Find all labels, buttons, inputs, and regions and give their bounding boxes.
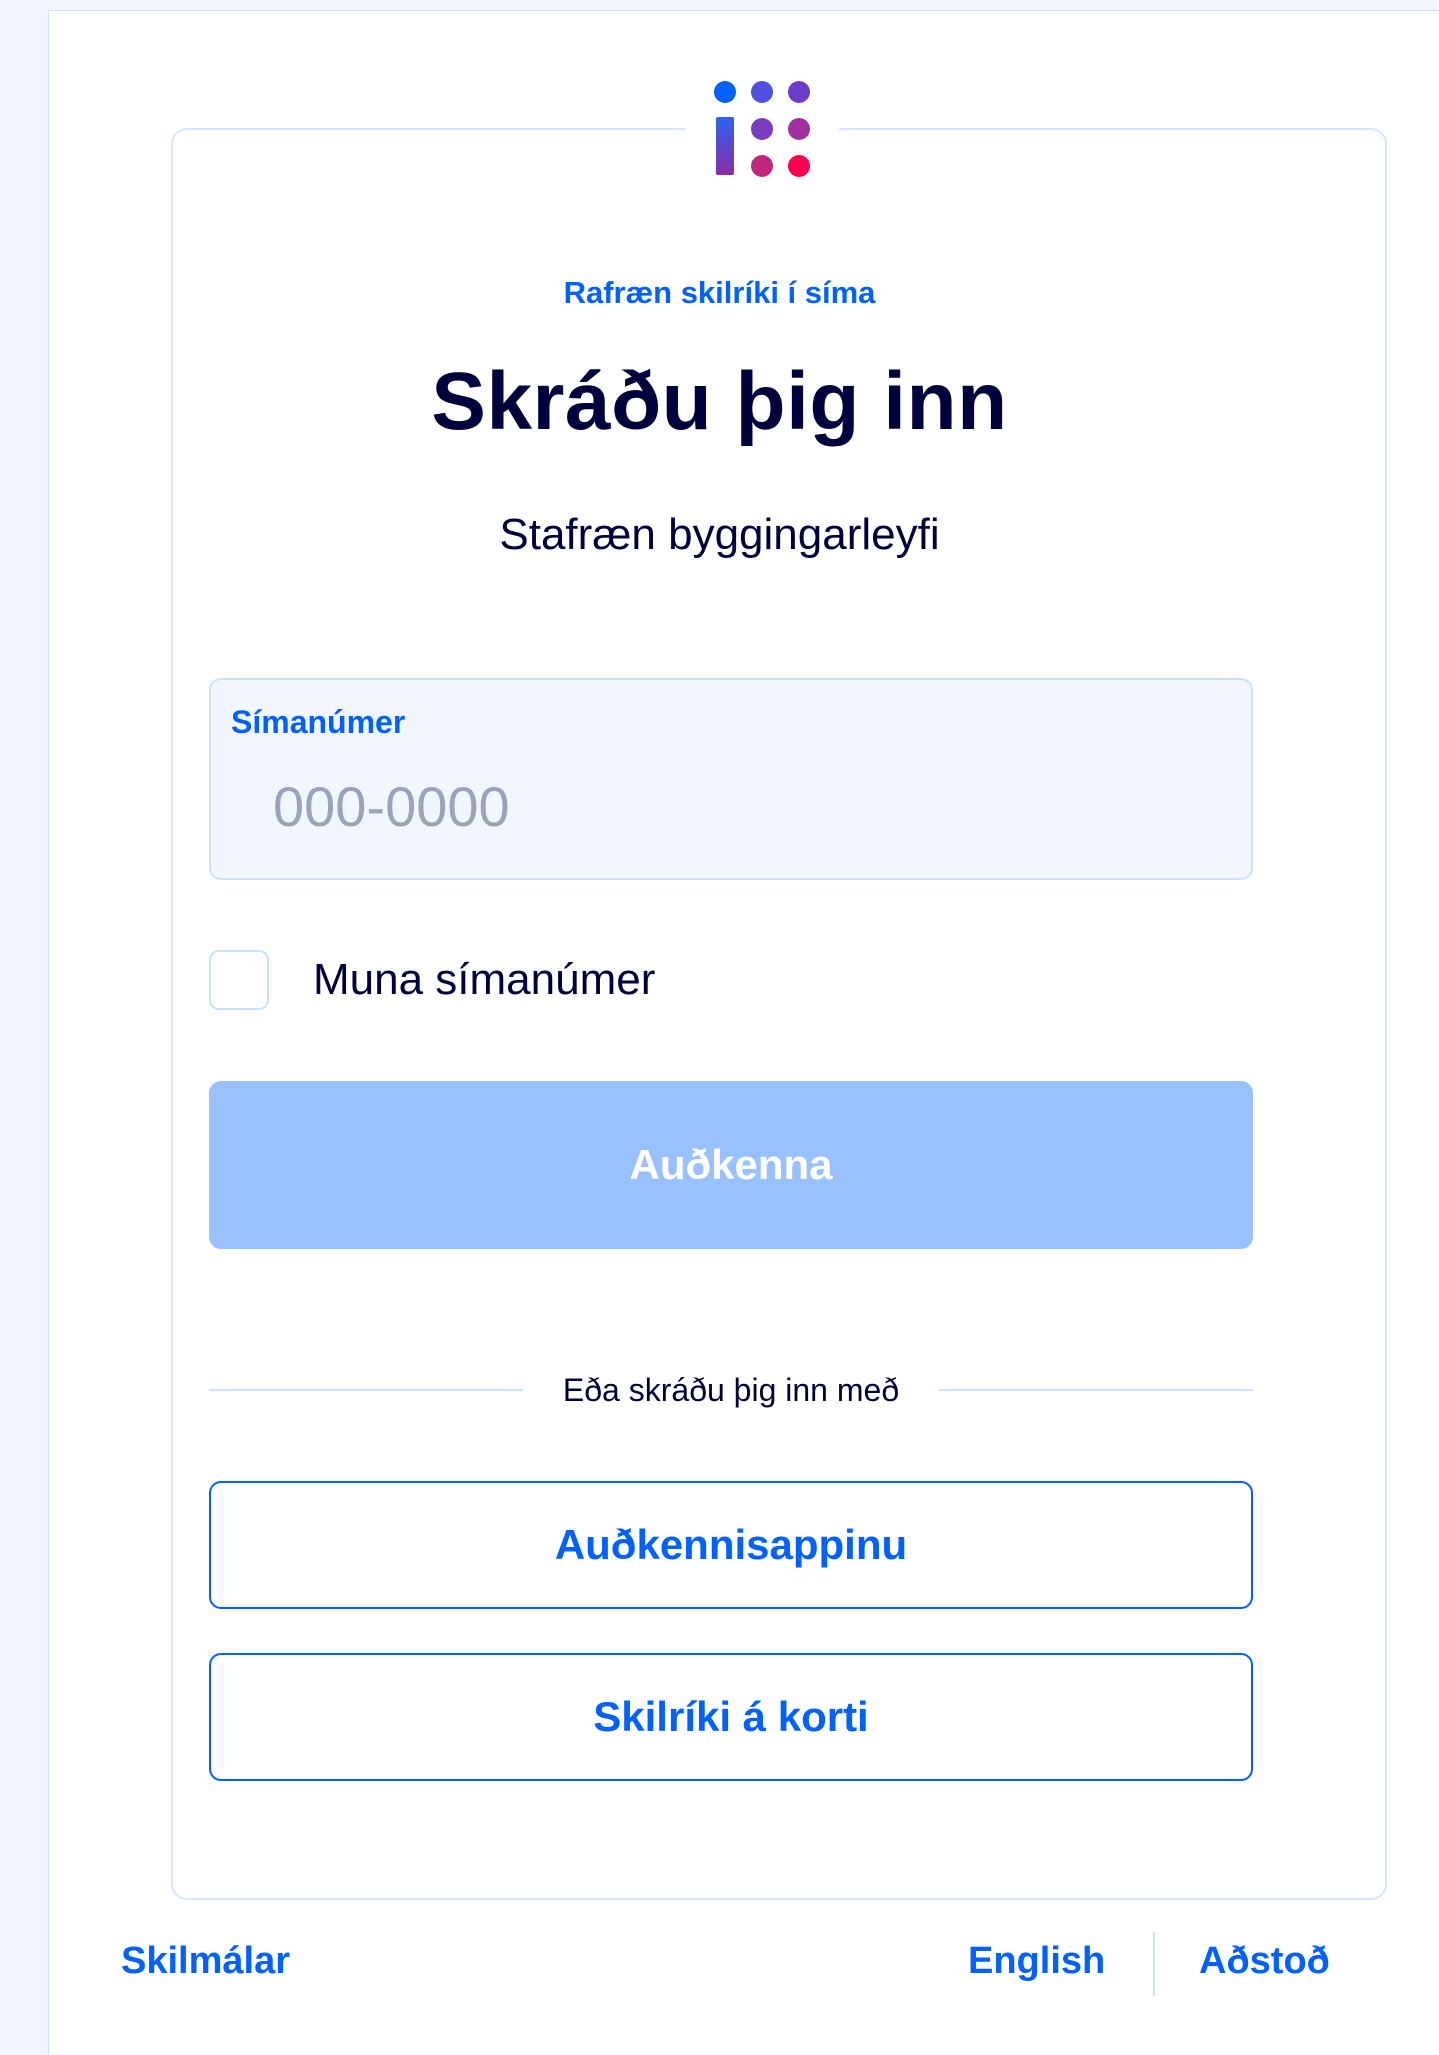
service-name: Stafræn byggingarleyfi: [499, 510, 940, 559]
alternative-login-divider: Eða skráðu þig inn með: [209, 1368, 1254, 1412]
remember-phone-checkbox[interactable]: [209, 950, 269, 1010]
phone-input[interactable]: [251, 764, 1211, 848]
phone-label: Símanúmer: [231, 704, 406, 740]
phone-field[interactable]: Símanúmer: [209, 678, 1253, 880]
divider-line-left: [209, 1389, 523, 1391]
help-link[interactable]: Aðstoð: [1199, 1940, 1330, 1983]
card-certificate-button[interactable]: Skilríki á korti: [209, 1653, 1253, 1781]
island-dots-logo-icon: [685, 64, 839, 194]
authenticate-button[interactable]: Auðkenna: [209, 1081, 1253, 1249]
footer-separator: [1153, 1932, 1155, 1996]
auth-app-button[interactable]: Auðkennisappinu: [209, 1481, 1253, 1609]
language-english-link[interactable]: English: [968, 1940, 1105, 1983]
remember-phone-row[interactable]: Muna símanúmer: [209, 948, 655, 1012]
divider-line-right: [939, 1389, 1254, 1391]
page-title: Skráðu þig inn: [431, 356, 1008, 447]
remember-phone-label: Muna símanúmer: [313, 955, 656, 1004]
divider-text: Eða skráðu þig inn með: [562, 1371, 900, 1408]
terms-link[interactable]: Skilmálar: [121, 1940, 290, 1983]
auth-method-label: Rafræn skilríki í síma: [563, 275, 876, 310]
